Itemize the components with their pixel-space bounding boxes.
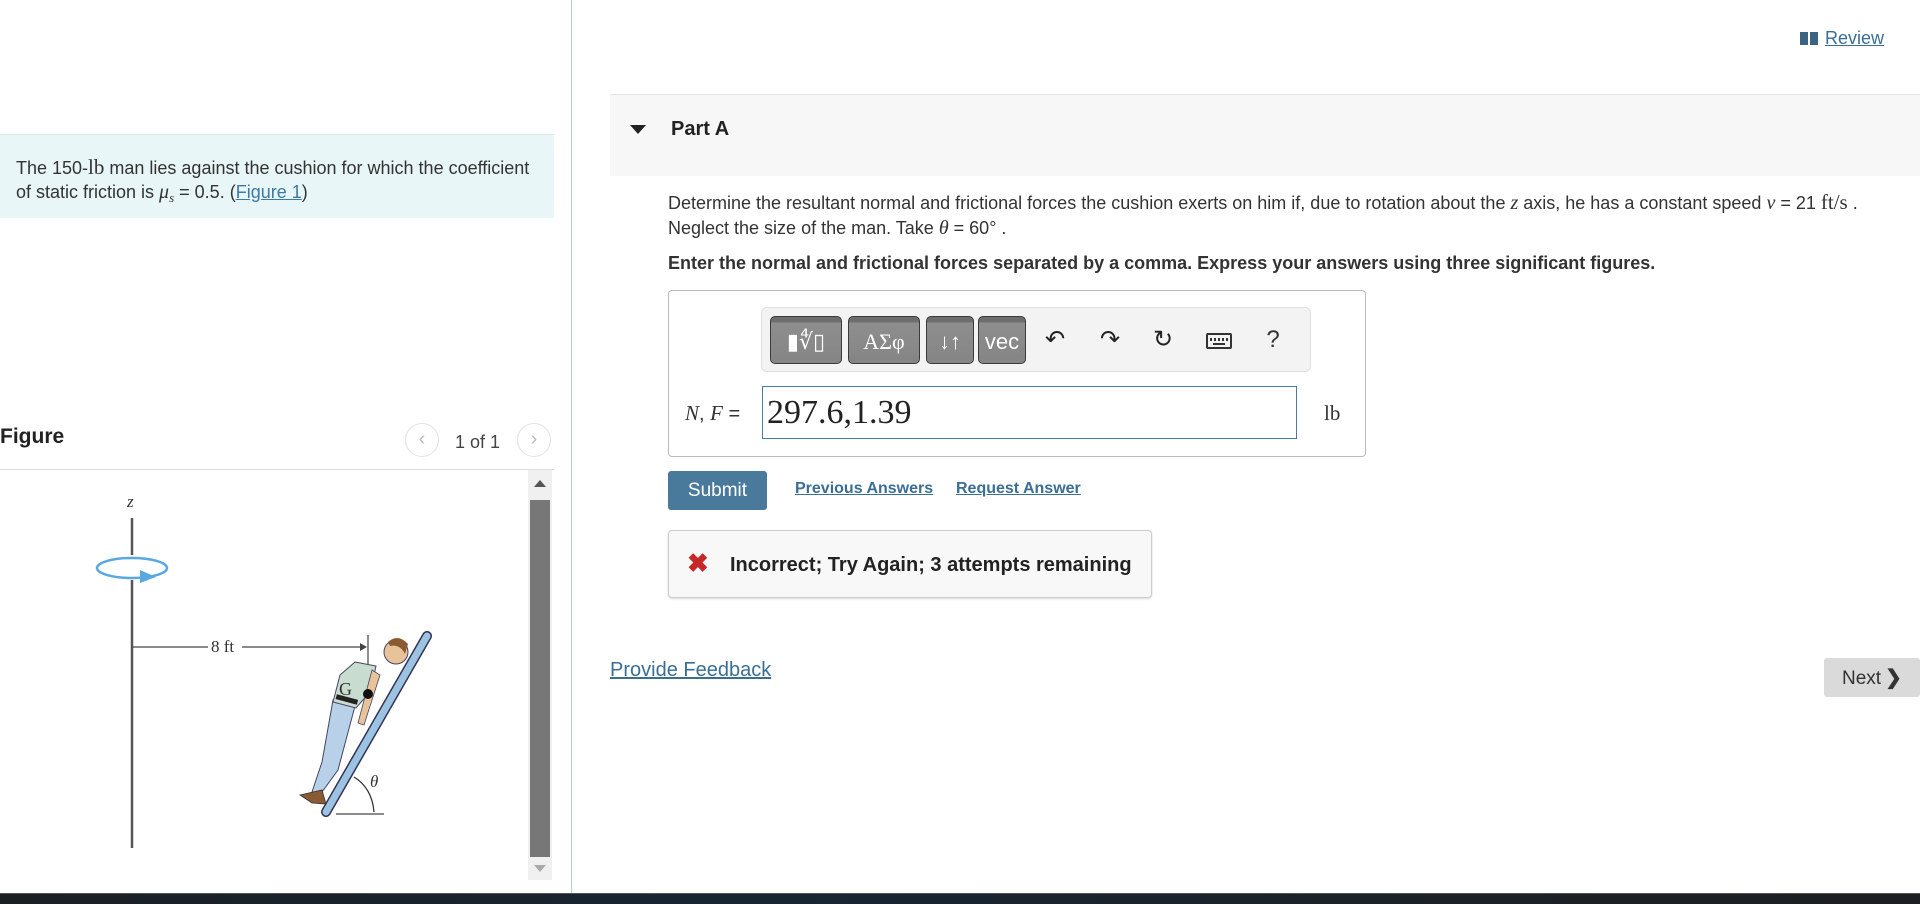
review-link[interactable]: Review xyxy=(1800,28,1884,49)
chevron-right-icon: ❯ xyxy=(1885,667,1902,689)
answer-unit: lb xyxy=(1324,401,1341,425)
question-text: Determine the resultant normal and frict… xyxy=(668,190,1858,239)
answer-input[interactable] xyxy=(762,386,1297,439)
figure-link[interactable]: Figure 1 xyxy=(236,182,302,202)
incorrect-x-icon: ✖ xyxy=(687,548,709,578)
feedback-text: Incorrect; Try Again; 3 attempts remaini… xyxy=(730,554,1132,576)
figure-count: 1 of 1 xyxy=(455,432,501,452)
collapse-caret-icon[interactable] xyxy=(630,125,646,134)
reset-icon[interactable]: ↻ xyxy=(1146,322,1180,358)
problem-statement: The 150-lb man lies against the cushion … xyxy=(0,134,554,218)
rotation-arrow-icon xyxy=(95,556,169,580)
figure-next-button[interactable]: › xyxy=(517,423,551,457)
feedback-message: ✖ Incorrect; Try Again; 3 attempts remai… xyxy=(668,530,1152,598)
os-taskbar xyxy=(0,893,1920,904)
weight-unit: lb xyxy=(88,155,105,179)
mu-symbol: μ xyxy=(159,181,170,203)
chevron-left-icon: ‹ xyxy=(418,428,426,450)
undo-icon[interactable]: ↶ xyxy=(1038,322,1072,358)
answer-instructions: Enter the normal and frictional forces s… xyxy=(668,253,1656,273)
problem-pane: The 150-lb man lies against the cushion … xyxy=(0,0,572,893)
mastering-assignment-page: The 150-lb man lies against the cushion … xyxy=(0,0,1920,904)
keyboard-shortcuts-button[interactable] xyxy=(1202,322,1236,358)
part-title: Part A xyxy=(671,118,730,140)
man-foot xyxy=(299,789,327,805)
distance-label: 8 ft xyxy=(211,637,234,656)
figure-prev-button[interactable]: ‹ xyxy=(405,423,439,457)
keyboard-icon xyxy=(1206,333,1232,349)
figure-image: z 8 ft G θ xyxy=(0,470,528,880)
help-icon[interactable]: ? xyxy=(1256,322,1290,358)
chevron-right-icon: › xyxy=(530,428,538,450)
next-button[interactable]: Next ❯ xyxy=(1824,658,1920,697)
scroll-up-arrow-icon[interactable] xyxy=(534,480,546,487)
scroll-thumb[interactable] xyxy=(530,500,550,857)
submit-button[interactable]: Submit xyxy=(668,471,767,510)
part-a-header[interactable]: Part A xyxy=(610,94,1920,176)
figure-header: Figure ‹ 1 of 1 › xyxy=(0,415,554,470)
scroll-down-arrow-icon[interactable] xyxy=(534,865,546,872)
provide-feedback-link[interactable]: Provide Feedback xyxy=(610,659,771,682)
theta-label: θ xyxy=(370,772,378,791)
math-toolbar: ▮∜▯ ΑΣφ ↓↑ vec ↶ ↷ ↻ ? xyxy=(761,307,1311,372)
redo-icon[interactable]: ↷ xyxy=(1093,322,1127,358)
greek-icon: ΑΣφ xyxy=(863,329,905,354)
book-icon xyxy=(1800,32,1819,45)
greek-symbols-button[interactable]: ΑΣφ xyxy=(848,316,920,364)
subscript-superscript-button[interactable]: ↓↑ xyxy=(926,316,974,364)
request-answer-link[interactable]: Request Answer xyxy=(956,480,1081,498)
vector-button[interactable]: vec xyxy=(978,316,1026,364)
figure-title: Figure xyxy=(0,425,65,448)
center-of-gravity-point xyxy=(363,689,373,699)
rotation-arrowhead xyxy=(140,570,156,583)
dimension-arrowhead xyxy=(360,643,367,651)
point-g-label: G xyxy=(339,679,352,699)
templates-icon: ▮∜▯ xyxy=(786,329,826,354)
answer-box: ▮∜▯ ΑΣφ ↓↑ vec ↶ ↷ ↻ ? N, F = lb xyxy=(668,290,1366,457)
z-axis-label: z xyxy=(126,492,134,511)
templates-button[interactable]: ▮∜▯ xyxy=(770,316,842,364)
figure-scrollbar[interactable] xyxy=(528,470,552,880)
previous-answers-link[interactable]: Previous Answers xyxy=(795,480,933,498)
answer-label: N, F = xyxy=(685,401,741,425)
arrows-icon: ↓↑ xyxy=(939,329,961,354)
